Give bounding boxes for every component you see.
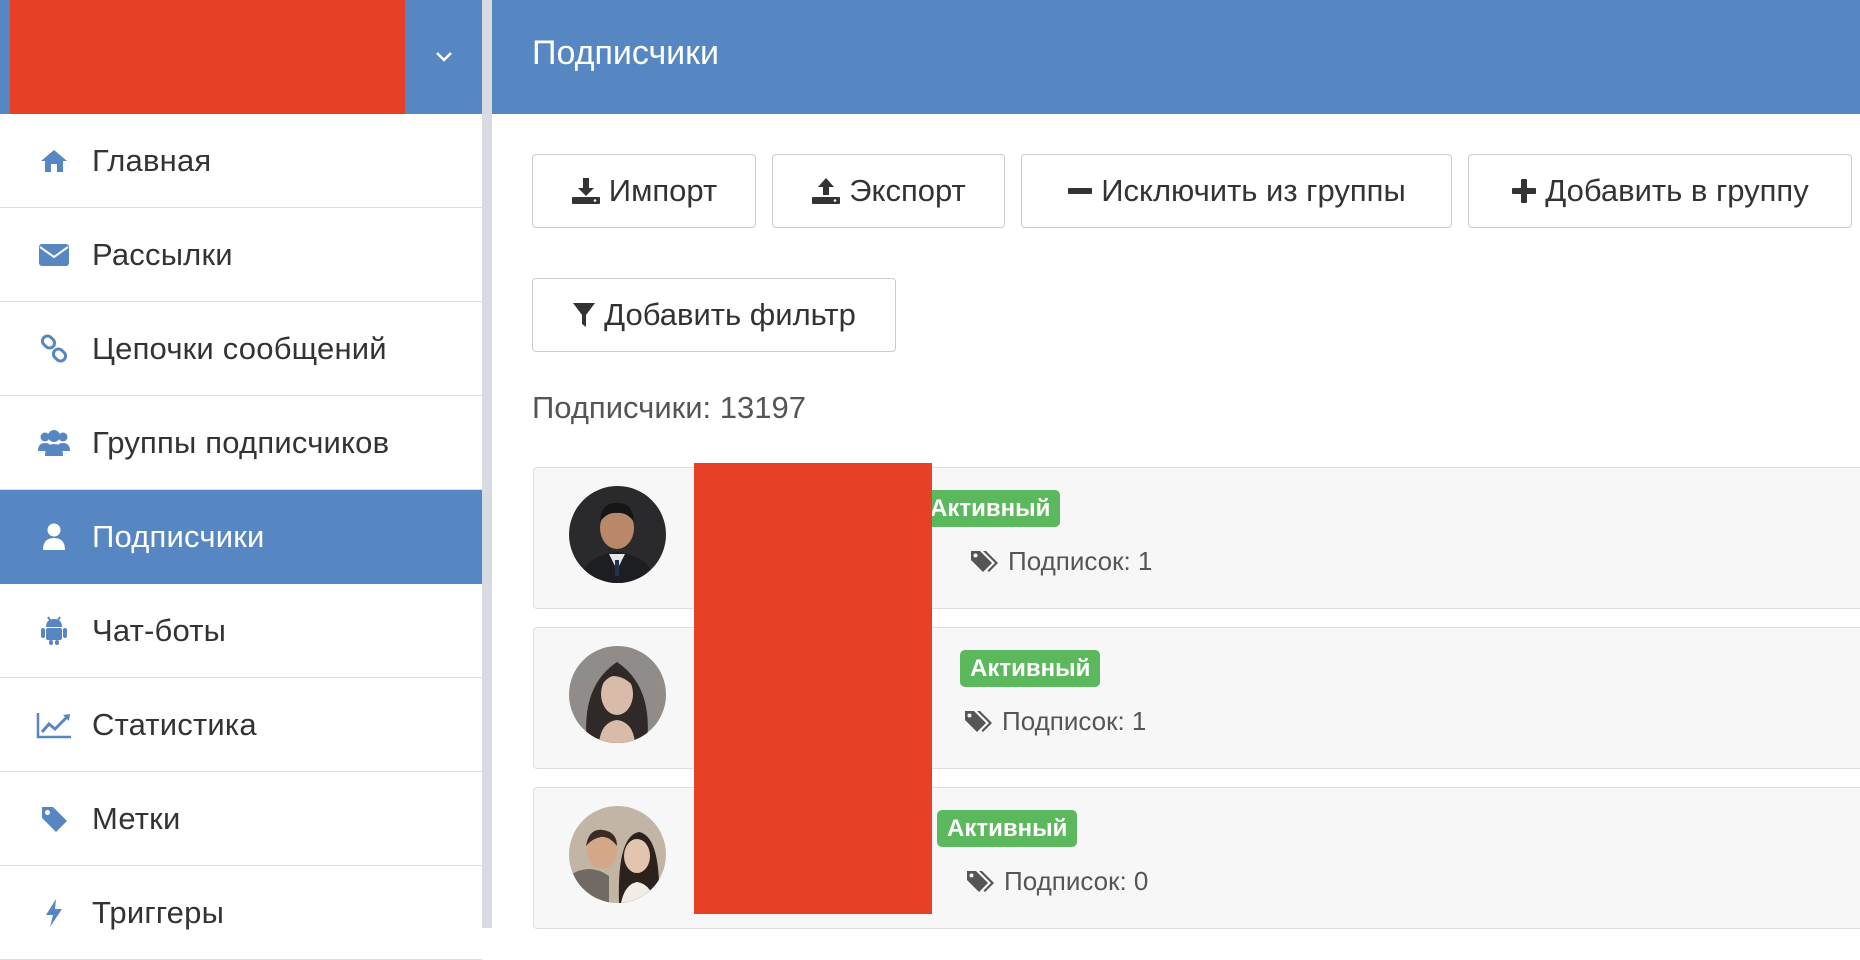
- sidebar-nav: Главная Рассылки Цепочки сообщений Групп…: [0, 114, 482, 960]
- status-badge: Активный: [937, 810, 1078, 847]
- minus-icon: [1068, 188, 1093, 194]
- top-bar: Подписчики: [492, 0, 1860, 114]
- add-to-group-button[interactable]: Добавить в группу: [1468, 154, 1852, 228]
- bolt-icon: [34, 898, 74, 928]
- sidebar-item-groups[interactable]: Группы подписчиков: [0, 396, 482, 490]
- status-badge: Активный: [920, 490, 1061, 527]
- sidebar-item-chatbots[interactable]: Чат-боты: [0, 584, 482, 678]
- status-badge: Активный: [960, 650, 1101, 687]
- subscriptions-text: Подписок: 1: [1008, 546, 1153, 576]
- sidebar-item-chains[interactable]: Цепочки сообщений: [0, 302, 482, 396]
- add-to-group-label: Добавить в группу: [1545, 173, 1809, 208]
- sidebar-item-label: Главная: [92, 142, 212, 178]
- sidebar-item-home[interactable]: Главная: [0, 114, 482, 208]
- export-button[interactable]: Экспорт: [772, 154, 1005, 228]
- link-icon: [34, 333, 74, 364]
- upload-icon: [812, 178, 841, 204]
- sidebar-item-label: Чат-боты: [92, 612, 227, 648]
- sidebar-item-label: Триггеры: [92, 894, 225, 930]
- subscriptions-text: Подписок: 0: [1004, 866, 1149, 896]
- redacted-account-name: [10, 0, 405, 114]
- import-button[interactable]: Импорт: [532, 154, 756, 228]
- plus-icon: [1512, 179, 1537, 203]
- sidebar-item-subscribers[interactable]: Подписчики: [0, 490, 482, 584]
- account-dropdown-toggle[interactable]: [405, 0, 482, 114]
- home-icon: [34, 148, 74, 174]
- user-icon: [34, 523, 74, 551]
- sidebar-item-label: Цепочки сообщений: [92, 330, 387, 366]
- sidebar-item-triggers[interactable]: Триггеры: [0, 866, 482, 960]
- line-chart-icon: [34, 711, 74, 739]
- download-icon: [571, 178, 600, 204]
- tags-icon: [967, 870, 994, 892]
- tag-icon: [34, 805, 74, 833]
- page-title: Подписчики: [532, 34, 720, 72]
- avatar[interactable]: [569, 486, 666, 583]
- add-filter-button[interactable]: Добавить фильтр: [532, 278, 896, 352]
- sidebar-item-label: Подписчики: [92, 518, 265, 554]
- redacted-subscriber-names: [694, 463, 932, 914]
- sidebar-item-label: Метки: [92, 800, 181, 836]
- sidebar-divider: [482, 0, 492, 928]
- import-label: Импорт: [608, 173, 718, 208]
- subscriptions-count: Подписок: 1: [970, 546, 1152, 577]
- sidebar-item-label: Группы подписчиков: [92, 424, 390, 460]
- tags-icon: [971, 550, 998, 572]
- subscriber-count: Подписчики: 13197: [532, 390, 806, 425]
- export-label: Экспорт: [849, 173, 966, 208]
- sidebar-header: [0, 0, 482, 114]
- subscriptions-text: Подписок: 1: [1002, 706, 1147, 736]
- avatar[interactable]: [569, 806, 666, 903]
- exclude-from-group-button[interactable]: Исключить из группы: [1021, 154, 1452, 228]
- envelope-icon: [34, 243, 74, 267]
- add-filter-label: Добавить фильтр: [604, 297, 856, 332]
- subscriptions-count: Подписок: 0: [966, 866, 1148, 897]
- filter-icon: [573, 303, 596, 327]
- subscriptions-count: Подписок: 1: [964, 706, 1146, 737]
- sidebar-item-statistics[interactable]: Статистика: [0, 678, 482, 772]
- users-icon: [34, 429, 74, 457]
- android-icon: [34, 615, 74, 646]
- sidebar-item-mailings[interactable]: Рассылки: [0, 208, 482, 302]
- tags-icon: [965, 710, 992, 732]
- exclude-from-group-label: Исключить из группы: [1101, 173, 1406, 208]
- sidebar: Главная Рассылки Цепочки сообщений Групп…: [0, 0, 482, 960]
- avatar[interactable]: [569, 646, 666, 743]
- sidebar-item-label: Статистика: [92, 706, 257, 742]
- sidebar-item-tags[interactable]: Метки: [0, 772, 482, 866]
- chevron-down-icon: [435, 52, 452, 62]
- sidebar-item-label: Рассылки: [92, 236, 233, 272]
